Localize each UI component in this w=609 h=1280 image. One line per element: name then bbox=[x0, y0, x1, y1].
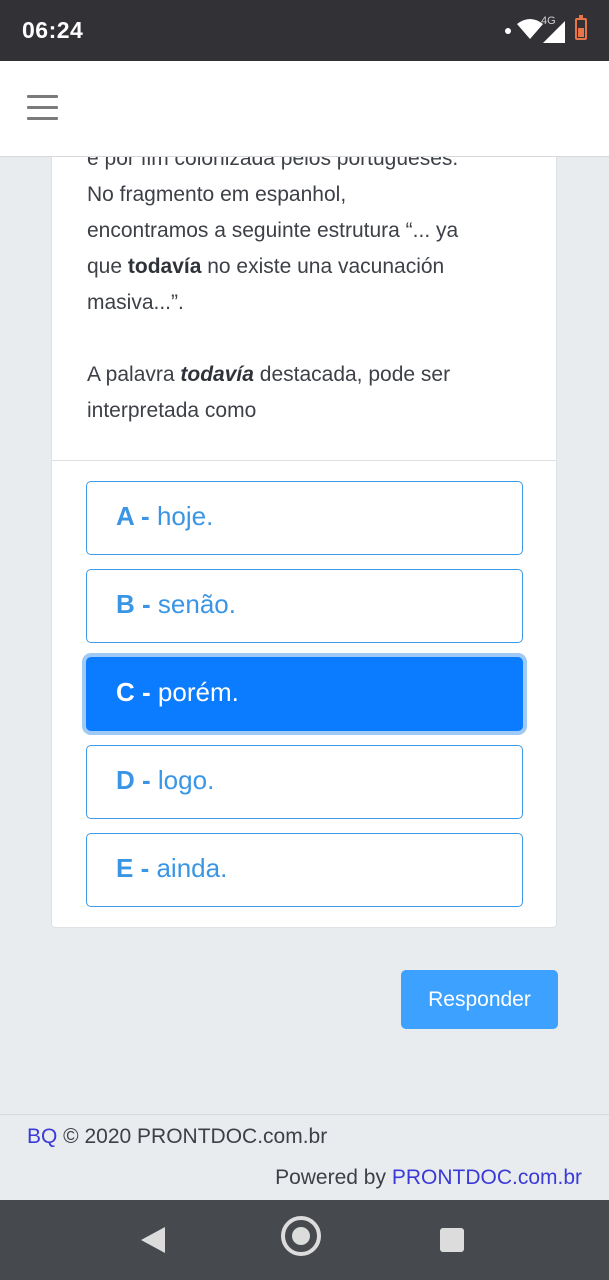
battery-icon bbox=[575, 15, 587, 40]
bq-link[interactable]: BQ bbox=[27, 1125, 57, 1148]
option-letter: E - bbox=[116, 853, 150, 883]
option-letter: A - bbox=[116, 501, 150, 531]
back-icon[interactable] bbox=[141, 1227, 165, 1253]
status-bar: 06:24 4G bbox=[0, 0, 609, 61]
question-text: e por fim colonizada pelos portugueses. … bbox=[87, 141, 527, 429]
recent-apps-icon[interactable] bbox=[440, 1228, 464, 1252]
option-letter: B - bbox=[116, 589, 151, 619]
question-line: No fragmento em espanhol, bbox=[87, 183, 347, 206]
footer-powered-by: Powered by PRONTDOC.com.br bbox=[275, 1166, 582, 1190]
wifi-icon bbox=[517, 19, 543, 39]
signal-icon bbox=[543, 21, 565, 43]
question-line: que bbox=[87, 255, 128, 278]
highlighted-word: todavía bbox=[127, 255, 202, 278]
question-card: e por fim colonizada pelos portugueses. … bbox=[51, 120, 557, 928]
option-text: ainda. bbox=[156, 853, 228, 883]
option-text: senão. bbox=[157, 589, 236, 619]
powered-by-text: Powered by bbox=[275, 1166, 392, 1189]
status-icons: 4G bbox=[505, 15, 589, 45]
option-text: hoje. bbox=[156, 501, 214, 531]
footer-copyright: BQ © 2020 PRONTDOC.com.br bbox=[27, 1125, 327, 1149]
option-e[interactable]: E - ainda. bbox=[86, 833, 523, 907]
home-icon[interactable] bbox=[281, 1216, 321, 1256]
option-letter: D - bbox=[116, 765, 151, 795]
copyright-text: © 2020 PRONTDOC.com.br bbox=[57, 1125, 328, 1148]
page-footer: BQ © 2020 PRONTDOC.com.br Powered by PRO… bbox=[0, 1114, 609, 1201]
notification-dot-icon bbox=[505, 28, 511, 34]
prontdoc-link[interactable]: PRONTDOC.com.br bbox=[392, 1166, 582, 1189]
prompt-line: A palavra bbox=[87, 363, 181, 386]
status-time: 06:24 bbox=[22, 17, 84, 43]
option-text: logo. bbox=[157, 765, 215, 795]
top-navbar bbox=[0, 61, 609, 157]
question-line: masiva...”. bbox=[87, 291, 184, 314]
option-text: porém. bbox=[157, 677, 239, 707]
question-line: no existe una vacunación bbox=[201, 255, 445, 278]
question-line: encontramos a seguinte estrutura “... ya bbox=[87, 219, 459, 242]
option-a[interactable]: A - hoje. bbox=[86, 481, 523, 555]
divider bbox=[52, 460, 556, 461]
option-c[interactable]: C - porém. bbox=[86, 657, 523, 731]
option-b[interactable]: B - senão. bbox=[86, 569, 523, 643]
system-nav-bar bbox=[0, 1200, 609, 1280]
respond-button[interactable]: Responder bbox=[401, 970, 558, 1029]
prompt-line: destacada, pode ser bbox=[253, 363, 451, 386]
option-letter: C - bbox=[116, 677, 151, 707]
menu-icon[interactable] bbox=[27, 95, 58, 121]
prompt-line: interpretada como bbox=[87, 399, 257, 422]
highlighted-word-italic: todavía bbox=[180, 363, 254, 386]
option-d[interactable]: D - logo. bbox=[86, 745, 523, 819]
